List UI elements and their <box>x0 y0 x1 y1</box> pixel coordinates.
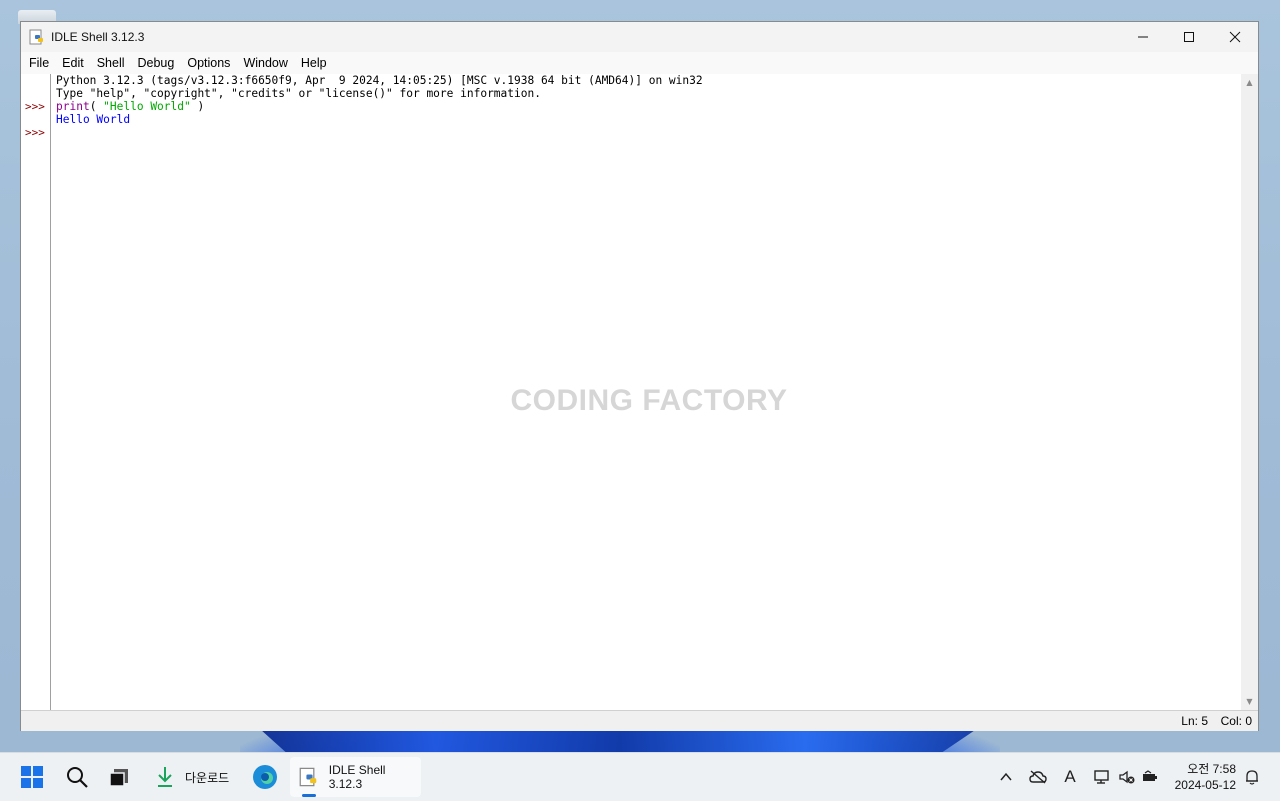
vertical-scrollbar[interactable]: ▲ ▼ <box>1241 74 1258 710</box>
menu-edit[interactable]: Edit <box>56 56 90 70</box>
menu-shell[interactable]: Shell <box>91 56 131 70</box>
system-clock[interactable]: 오전 7:58 2024-05-12 <box>1175 761 1236 793</box>
minimize-button[interactable] <box>1120 22 1166 52</box>
menu-bar: File Edit Shell Debug Options Window Hel… <box>21 52 1258 74</box>
window-title: IDLE Shell 3.12.3 <box>51 30 145 44</box>
network-icon[interactable] <box>1092 767 1112 787</box>
idle-shell-label: IDLE Shell 3.12.3 <box>328 763 386 791</box>
line-number-status: Ln: 5 <box>1181 714 1208 728</box>
prompt-2: >>> <box>25 126 45 139</box>
taskbar-idle-shell[interactable]: IDLE Shell 3.12.3 <box>290 757 421 797</box>
column-number-status: Col: 0 <box>1220 714 1252 728</box>
menu-file[interactable]: File <box>23 56 55 70</box>
downloads-label: 다운로드 <box>185 770 230 785</box>
show-hidden-icons-chevron-icon[interactable] <box>996 767 1016 787</box>
paren-open: ( <box>89 100 104 113</box>
scroll-down-arrow-icon[interactable]: ▼ <box>1241 693 1258 710</box>
maximize-button[interactable] <box>1166 22 1212 52</box>
scroll-up-arrow-icon[interactable]: ▲ <box>1241 74 1258 91</box>
downloads-button[interactable]: 다운로드 <box>155 753 229 801</box>
watermark-text: CODING FACTORY <box>510 384 788 417</box>
close-button[interactable] <box>1212 22 1258 52</box>
menu-window[interactable]: Window <box>237 56 293 70</box>
prompt-1: >>> <box>25 100 45 113</box>
clock-time: 오전 7:58 <box>1187 762 1236 776</box>
builtin-print: print <box>56 100 90 113</box>
banner-line-1: Python 3.12.3 (tags/v3.12.3:f6650f9, Apr… <box>56 74 703 87</box>
window-controls <box>1120 22 1258 52</box>
menu-options[interactable]: Options <box>181 56 236 70</box>
input-line: print( "Hello World" ) <box>56 100 1238 113</box>
task-view-button[interactable] <box>108 753 130 801</box>
banner-line-2: Type "help", "copyright", "credits" or "… <box>56 87 541 100</box>
onedrive-offline-icon[interactable] <box>1028 767 1048 787</box>
search-button[interactable] <box>65 753 89 801</box>
volume-muted-icon[interactable] <box>1117 767 1137 787</box>
download-arrow-icon <box>158 767 172 787</box>
python-idle-icon <box>299 767 317 787</box>
status-bar: Ln: 5 Col: 0 <box>21 710 1258 731</box>
active-app-indicator <box>302 794 316 797</box>
taskbar: 다운로드 IDLE Shell 3.12.3 A 오전 7:58 2024-05… <box>0 752 1280 801</box>
string-literal: "Hello World" <box>103 100 191 113</box>
prompt-gutter: >>> >>> <box>21 74 51 710</box>
menu-help[interactable]: Help <box>295 56 333 70</box>
task-view-icon <box>109 769 128 787</box>
output-line: Hello World <box>56 113 131 126</box>
search-icon <box>67 767 88 788</box>
start-button[interactable] <box>20 753 44 801</box>
clock-date: 2024-05-12 <box>1174 778 1236 792</box>
windows-logo-icon <box>21 766 43 788</box>
input-method-icon[interactable]: A <box>1060 767 1080 787</box>
menu-debug[interactable]: Debug <box>132 56 181 70</box>
edge-browser-button[interactable] <box>252 753 278 801</box>
shell-editor[interactable]: >>> >>> Python 3.12.3 (tags/v3.12.3:f665… <box>21 74 1258 710</box>
battery-icon[interactable] <box>1140 767 1160 787</box>
idle-shell-window: IDLE Shell 3.12.3 File Edit Shell Debug … <box>20 21 1259 731</box>
python-idle-icon <box>29 29 45 45</box>
paren-close: ) <box>190 100 205 113</box>
edge-browser-icon <box>253 765 277 789</box>
notification-bell-icon[interactable] <box>1242 767 1262 787</box>
current-input-line[interactable] <box>56 126 1238 139</box>
title-bar[interactable]: IDLE Shell 3.12.3 <box>21 22 1258 52</box>
